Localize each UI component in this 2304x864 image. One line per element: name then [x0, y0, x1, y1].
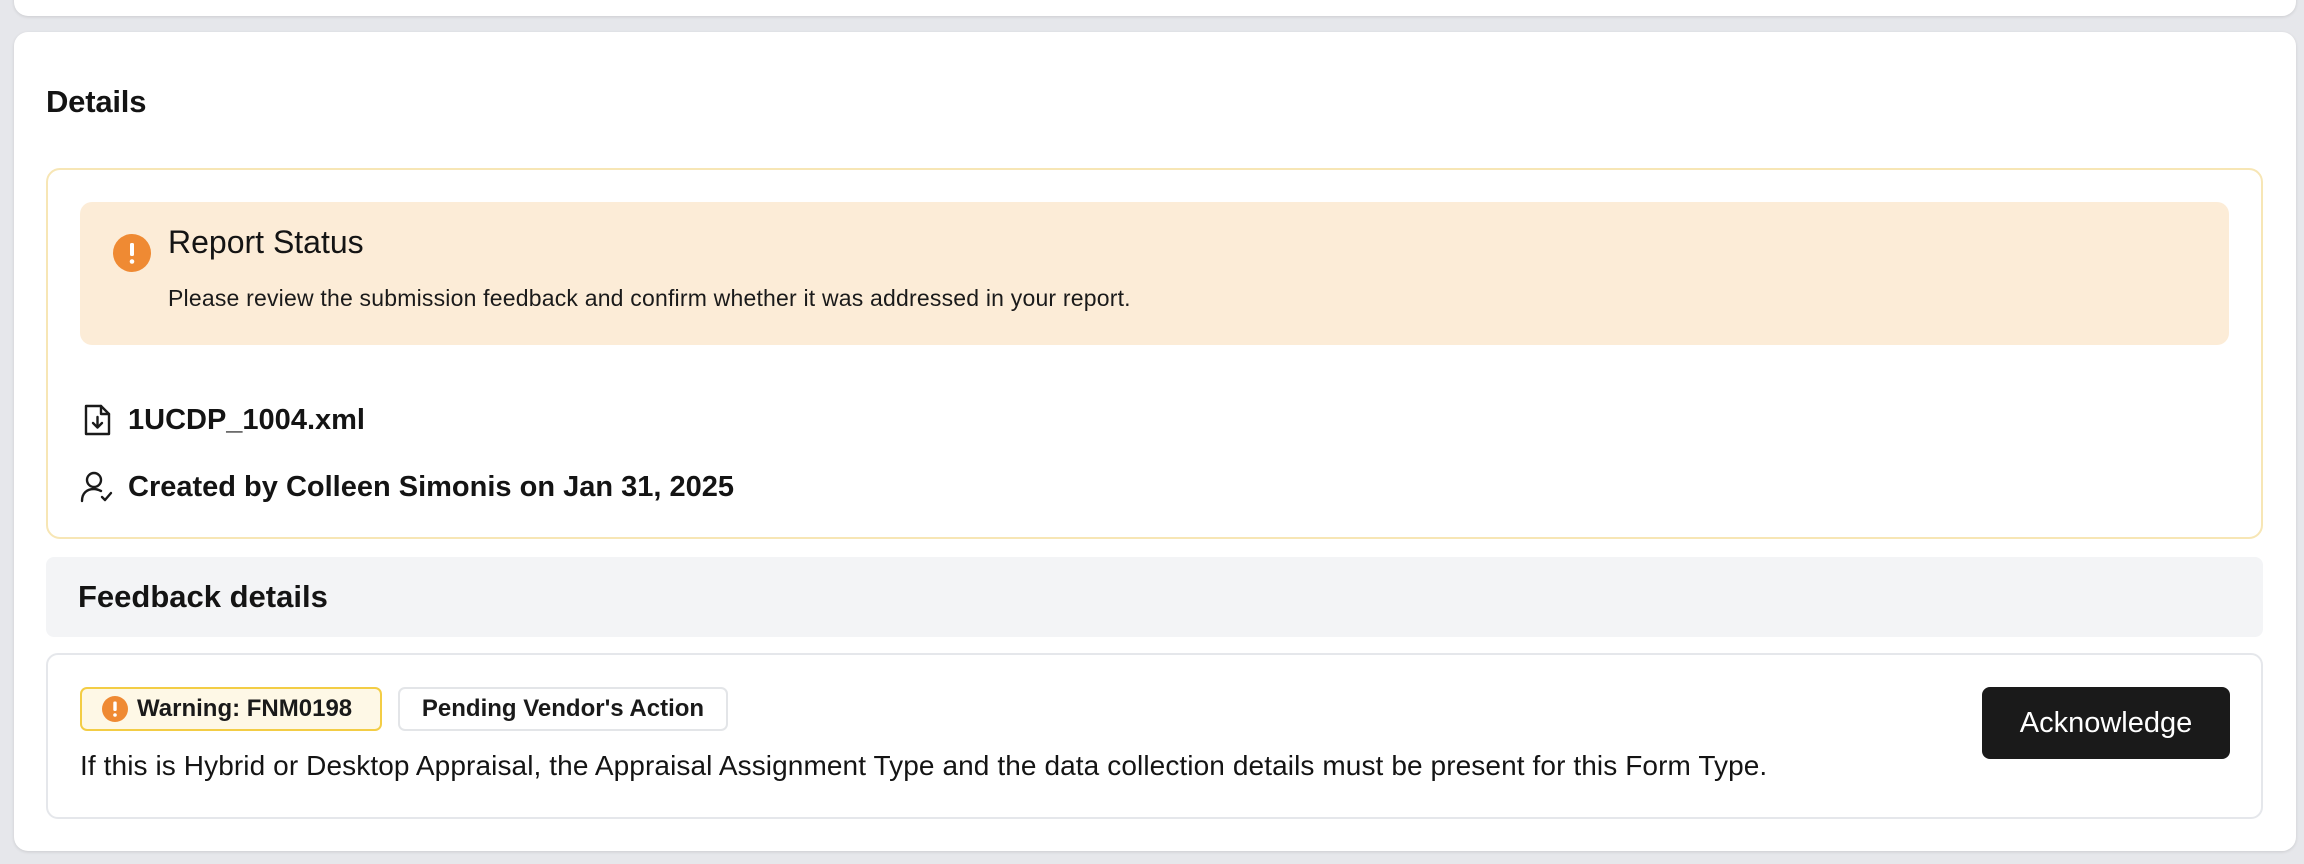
previous-card [14, 0, 2296, 16]
details-title: Details [46, 84, 147, 119]
warning-badge-label: Warning: FNM0198 [137, 695, 353, 722]
details-card: Details Report Status Please review the … [14, 32, 2296, 851]
status-badge: Pending Vendor's Action [398, 687, 728, 731]
status-badge-label: Pending Vendor's Action [421, 695, 705, 722]
warning-badge: Warning: FNM0198 [80, 687, 382, 731]
feedback-details-header: Feedback details [46, 557, 2263, 637]
file-row: 1UCDP_1004.xml [80, 403, 365, 437]
feedback-item: Warning: FNM0198 Pending Vendor's Action… [46, 653, 2263, 819]
report-status-box: Report Status Please review the submissi… [46, 168, 2263, 539]
acknowledge-button[interactable]: Acknowledge [1982, 687, 2230, 759]
created-row: Created by Colleen Simonis on Jan 31, 20… [80, 470, 734, 504]
user-check-icon [80, 470, 114, 504]
report-status-message: Please review the submission feedback an… [168, 285, 1131, 311]
feedback-message: If this is Hybrid or Desktop Appraisal, … [80, 750, 1768, 781]
file-download-icon [80, 403, 114, 437]
feedback-details-title: Feedback details [78, 579, 328, 614]
report-status-title: Report Status [168, 224, 364, 260]
exclamation-circle-icon [113, 234, 151, 272]
created-by-text: Created by Colleen Simonis on Jan 31, 20… [128, 470, 734, 503]
report-status-banner: Report Status Please review the submissi… [80, 202, 2229, 345]
warning-icon [102, 696, 128, 722]
file-name[interactable]: 1UCDP_1004.xml [128, 404, 365, 437]
